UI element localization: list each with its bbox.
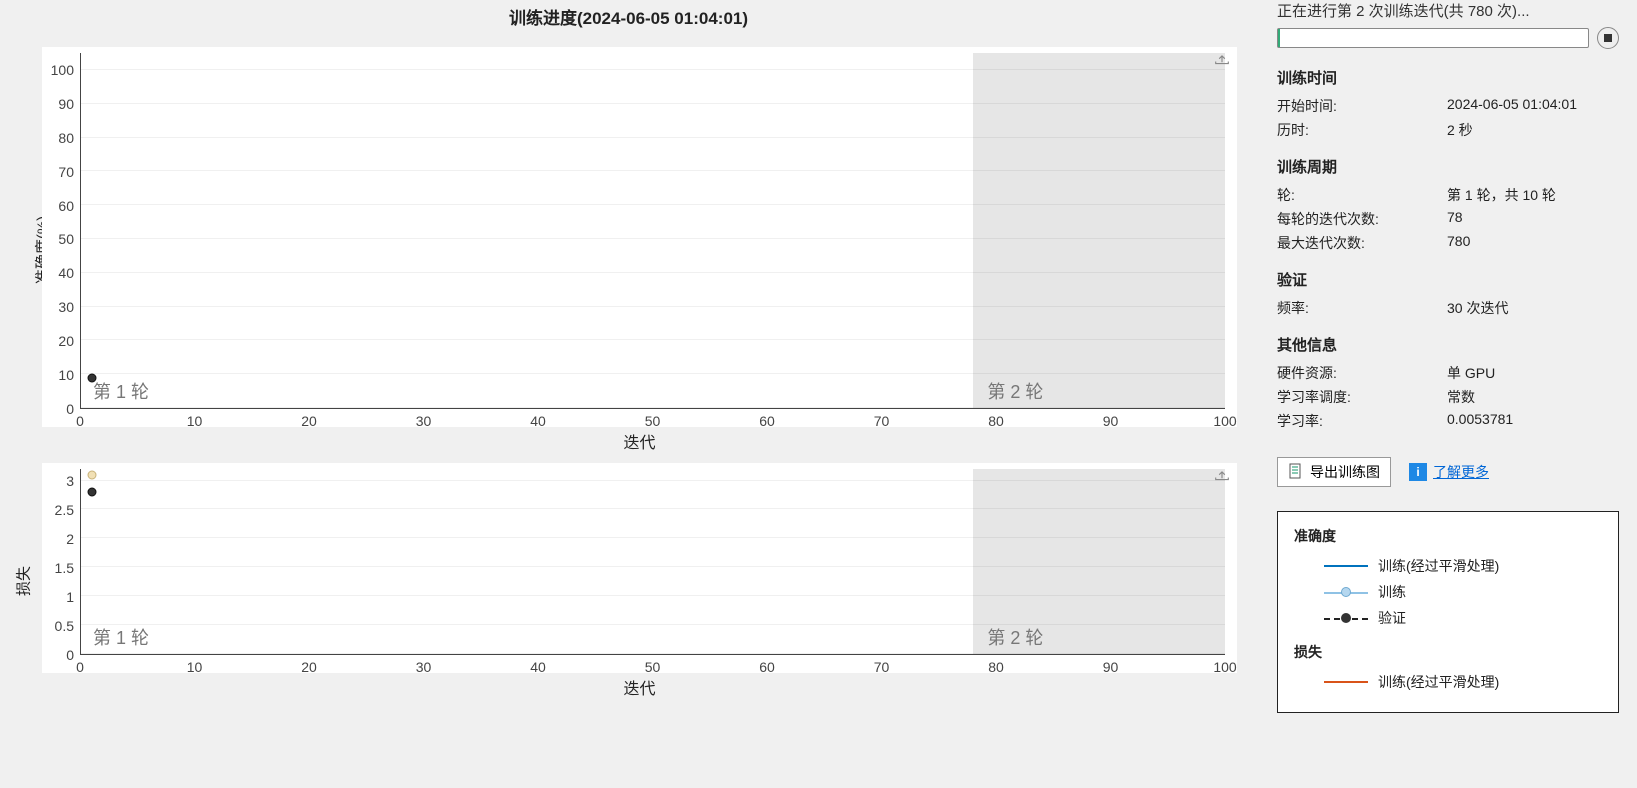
freq-key: 频率: [1277,298,1447,318]
legend-label: 训练(经过平滑处理) [1378,556,1499,576]
lrs-val: 常数 [1447,387,1619,407]
lr-key: 学习率: [1277,411,1447,431]
hw-val: 单 GPU [1447,363,1619,383]
lrs-key: 学习率调度: [1277,387,1447,407]
cycle-heading: 训练周期 [1277,156,1619,177]
status-text: 正在进行第 2 次训练迭代(共 780 次)... [1277,0,1619,21]
time-heading: 训练时间 [1277,67,1619,88]
line-swatch-blue [1324,565,1368,567]
progress-fill [1278,29,1280,47]
lr-val: 0.0053781 [1447,411,1619,431]
accuracy-yticks: 0102030405060708090100 [42,53,78,409]
epoch2-shade [973,53,1225,408]
stop-button[interactable] [1597,27,1619,49]
legend-acc-heading: 准确度 [1294,526,1602,546]
loss-xlabel: 迭代 [42,675,1237,699]
iterper-key: 每轮的迭代次数: [1277,209,1447,229]
accuracy-plot-area: 第 1 轮 第 2 轮 [80,53,1225,409]
progress-bar [1277,28,1589,48]
learn-more-link[interactable]: 了解更多 [1433,462,1489,482]
main-panel: 训练进度(2024-06-05 01:04:01) 准确度(%) 0102030… [0,0,1267,788]
legend-loss-train-smooth: 训练(经过平滑处理) [1324,672,1602,692]
loss-plot-area: 第 1 轮 第 2 轮 [80,469,1225,655]
elapsed-val: 2 秒 [1447,120,1619,140]
stop-icon [1604,34,1612,42]
document-icon [1288,463,1304,482]
epoch-key: 轮: [1277,185,1447,205]
epoch-val: 第 1 轮，共 10 轮 [1447,185,1619,205]
epoch2-label: 第 2 轮 [987,624,1043,650]
export-label: 导出训练图 [1310,462,1380,482]
start-key: 开始时间: [1277,96,1447,116]
dot-line-swatch [1324,587,1368,597]
dash-swatch [1324,613,1368,623]
legend-label: 训练(经过平滑处理) [1378,672,1499,692]
legend-label: 训练 [1378,582,1406,602]
line-swatch-orange [1324,681,1368,683]
page-title: 训练进度(2024-06-05 01:04:01) [0,0,1257,39]
accuracy-chart: 准确度(%) 0102030405060708090100 第 1 轮 第 2 … [42,47,1237,453]
elapsed-key: 历时: [1277,120,1447,140]
info-icon: i [1409,463,1427,481]
legend-label: 验证 [1378,608,1406,628]
loss-ylabel: 损失 [13,566,34,596]
hw-key: 硬件资源: [1277,363,1447,383]
side-panel: 正在进行第 2 次训练迭代(共 780 次)... 训练时间 开始时间:2024… [1267,0,1637,788]
valid-heading: 验证 [1277,269,1619,290]
maxiter-key: 最大迭代次数: [1277,233,1447,253]
accuracy-xlabel: 迭代 [42,429,1237,453]
legend-box: 准确度 训练(经过平滑处理) 训练 验证 损失 训练(经过平滑处理) [1277,511,1619,713]
loss-xticks: 0102030405060708090100 [80,657,1225,675]
epoch1-label: 第 1 轮 [93,624,149,650]
app-root: 训练进度(2024-06-05 01:04:01) 准确度(%) 0102030… [0,0,1637,788]
legend-train-smooth: 训练(经过平滑处理) [1324,556,1602,576]
epoch1-label: 第 1 轮 [93,378,149,404]
maxiter-val: 780 [1447,233,1619,253]
legend-loss-heading: 损失 [1294,642,1602,662]
export-plot-icon[interactable] [1213,51,1231,65]
start-val: 2024-06-05 01:04:01 [1447,96,1619,116]
export-button[interactable]: 导出训练图 [1277,457,1391,487]
export-plot-icon[interactable] [1213,467,1231,481]
actions-row: 导出训练图 i 了解更多 [1277,457,1619,487]
progress-row [1277,27,1619,49]
legend-valid: 验证 [1324,608,1602,628]
other-heading: 其他信息 [1277,334,1619,355]
freq-val: 30 次迭代 [1447,298,1619,318]
loss-yticks: 00.511.522.53 [42,469,78,655]
legend-train: 训练 [1324,582,1602,602]
epoch2-label: 第 2 轮 [987,378,1043,404]
accuracy-xticks: 0102030405060708090100 [80,411,1225,429]
loss-chart: 损失 00.511.522.53 第 1 轮 第 2 轮 01020304050… [42,463,1237,699]
iterper-val: 78 [1447,209,1619,229]
